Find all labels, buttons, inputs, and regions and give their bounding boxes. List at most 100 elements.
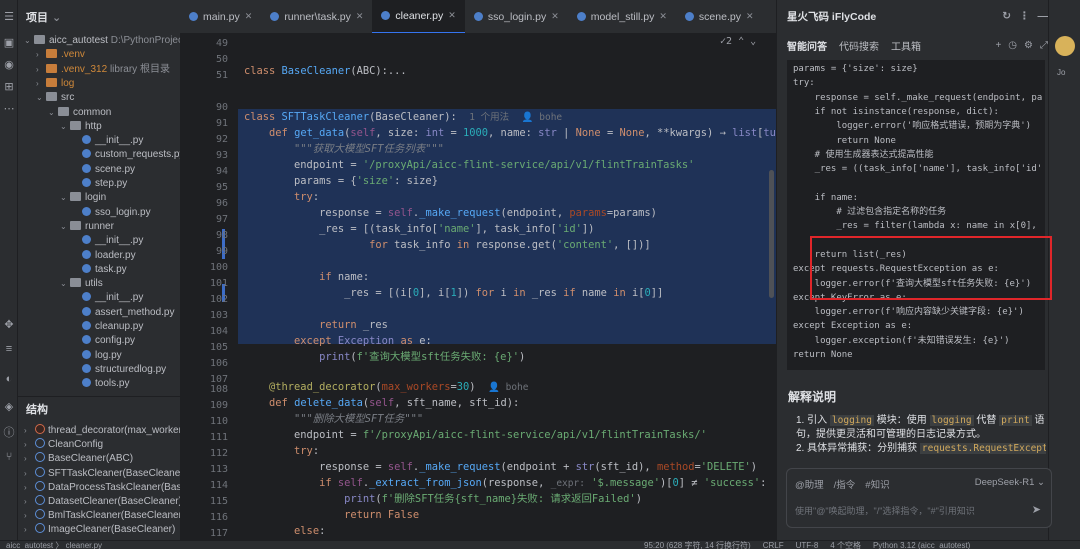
tree-item[interactable]: __init__.py xyxy=(72,234,143,248)
chevron-icon[interactable]: › xyxy=(24,452,35,466)
chevron-icon[interactable]: › xyxy=(24,509,35,523)
chevron-icon[interactable]: ⌄ xyxy=(60,277,70,291)
chevron-icon[interactable]: › xyxy=(36,48,46,62)
settings-icon[interactable]: ⚙ xyxy=(1024,40,1033,51)
project-icon[interactable]: ▣ xyxy=(2,36,16,50)
tree-item[interactable]: __init__.py xyxy=(72,291,143,305)
tree-item[interactable]: › log xyxy=(36,77,74,91)
model-select[interactable]: DeepSeek-R1 ⌄ xyxy=(975,477,1045,491)
tree-item[interactable]: scene.py xyxy=(72,163,135,177)
tree-item[interactable]: loader.py xyxy=(72,249,136,263)
chevron-icon[interactable]: › xyxy=(24,523,35,537)
tree-item[interactable]: ⌄ runner xyxy=(60,220,114,234)
plugins-icon[interactable]: ✥ xyxy=(2,318,16,332)
terminal-icon[interactable]: ≡ xyxy=(2,342,16,356)
chevron-down-icon[interactable]: ⌄ xyxy=(52,11,61,24)
tab-3[interactable]: sso_login.py ✕ xyxy=(465,0,568,33)
code-area[interactable]: class BaseCleaner(ABC):... class SFTTask… xyxy=(244,34,776,540)
tree-item[interactable]: structuredlog.py xyxy=(72,363,166,377)
menu-icon[interactable]: ☰ xyxy=(2,10,16,24)
iflycode-logo[interactable] xyxy=(1055,36,1075,56)
tree-item[interactable]: step.py xyxy=(72,177,127,191)
tree-item[interactable]: ⌄ src xyxy=(36,91,74,105)
close-icon[interactable]: ✕ xyxy=(245,11,253,22)
tree-item[interactable]: custom_requests.py xyxy=(72,148,180,162)
status-item[interactable]: 4 个空格 xyxy=(830,541,861,549)
tab-0[interactable]: main.py ✕ xyxy=(180,0,261,33)
close-icon[interactable]: ✕ xyxy=(746,11,754,22)
layers-icon[interactable]: ◈ xyxy=(2,400,16,414)
tree-item[interactable]: config.py xyxy=(72,334,135,348)
structure-icon[interactable]: ⊞ xyxy=(2,80,16,94)
chevron-icon[interactable]: › xyxy=(36,63,46,77)
author-hint[interactable]: 👤 bohe xyxy=(522,112,562,123)
chevron-icon[interactable]: ⌄ xyxy=(24,34,34,48)
project-title[interactable]: 项目 xyxy=(26,9,48,25)
tree-item[interactable]: assert_method.py xyxy=(72,306,175,320)
structure-item[interactable]: › ImageCleaner(BaseCleaner) xyxy=(24,523,175,537)
tree-item[interactable]: task.py xyxy=(72,263,127,277)
knowledge-button[interactable]: #知识 xyxy=(865,477,889,491)
more-icon[interactable]: ⋯ xyxy=(2,102,16,116)
chevron-icon[interactable]: ⌄ xyxy=(60,120,70,134)
assistant-button[interactable]: @助理 xyxy=(795,477,824,491)
tree-item[interactable]: ⌄ common xyxy=(48,106,111,120)
chevron-icon[interactable]: › xyxy=(24,467,35,481)
tree-item[interactable]: cleanup.py xyxy=(72,320,143,334)
chevron-icon[interactable]: › xyxy=(24,495,35,509)
add-icon[interactable]: + xyxy=(995,40,1001,51)
close-icon[interactable]: ✕ xyxy=(659,11,667,22)
tree-item[interactable]: ⌄ utils xyxy=(60,277,103,291)
close-icon[interactable]: ✕ xyxy=(356,11,364,22)
tree-item[interactable]: ⌄ http xyxy=(60,120,102,134)
structure-item[interactable]: › BmlTaskCleaner(BaseCleaner) xyxy=(24,509,180,523)
tree-item[interactable]: ⌄ aicc_autotest D:\PythonProject xyxy=(24,34,180,48)
chat-input[interactable]: @助理 /指令 #知识 DeepSeek-R1 ⌄ 使用"@"唤起助理，"/"选… xyxy=(786,468,1052,528)
tree-item[interactable]: sso_login.py xyxy=(72,206,151,220)
code-editor[interactable]: 49 50 51 90 91 92 93 94 95 96 97 98 99 100 101 102 103 10… xyxy=(180,34,776,540)
status-item[interactable]: UTF-8 xyxy=(796,541,819,549)
close-icon[interactable]: ✕ xyxy=(551,11,559,22)
problems-icon[interactable]: ⓘ xyxy=(2,426,16,440)
structure-item[interactable]: › BaseCleaner(ABC) xyxy=(24,452,133,466)
tab-toolbox[interactable]: 工具箱 xyxy=(891,38,921,53)
refresh-icon[interactable]: ↻ xyxy=(1002,10,1011,22)
structure-item[interactable]: › CleanConfig xyxy=(24,438,103,452)
python-icon[interactable]: ◐ xyxy=(2,372,16,386)
structure-item[interactable]: › thread_decorator(max_workers xyxy=(24,424,180,438)
more-icon[interactable]: ⋮ xyxy=(1019,10,1030,22)
tree-item[interactable]: tools.py xyxy=(72,377,129,391)
close-icon[interactable]: ✕ xyxy=(448,10,456,21)
command-button[interactable]: /指令 xyxy=(834,477,856,491)
chevron-icon[interactable]: ⌄ xyxy=(60,220,70,234)
chevron-icon[interactable]: ⌄ xyxy=(60,191,70,205)
send-icon[interactable]: ➤ xyxy=(1032,503,1041,516)
tab-2[interactable]: cleaner.py ✕ xyxy=(372,0,465,33)
structure-item[interactable]: › SFTTaskCleaner(BaseCleaner) xyxy=(24,466,180,481)
git-icon[interactable]: ⑂ xyxy=(2,450,16,464)
chevron-icon[interactable]: › xyxy=(24,438,35,452)
chevron-icon[interactable]: › xyxy=(36,77,46,91)
status-item[interactable]: 95:20 (628 字符, 14 行换行符) xyxy=(644,541,751,549)
tab-1[interactable]: runner\task.py ✕ xyxy=(261,0,372,33)
tab-smart-qa[interactable]: 智能问答 xyxy=(787,38,827,53)
expand-icon[interactable]: ⤢ xyxy=(1040,40,1048,51)
chevron-icon[interactable]: ⌄ xyxy=(36,91,46,105)
tree-item[interactable]: __init__.py xyxy=(72,134,143,148)
history-icon[interactable]: ◷ xyxy=(1008,40,1017,51)
usage-hint[interactable]: 1 个用法 xyxy=(469,112,509,123)
breadcrumb[interactable]: aicc_autotest 〉 cleaner.py xyxy=(6,541,102,549)
tab-4[interactable]: model_still.py ✕ xyxy=(568,0,676,33)
structure-item[interactable]: › DatasetCleaner(BaseCleaner) xyxy=(24,495,180,509)
side-label[interactable]: Jo xyxy=(1057,68,1065,77)
chevron-icon[interactable]: › xyxy=(24,481,35,495)
structure-item[interactable]: › DataProcessTaskCleaner(BaseC xyxy=(24,480,180,495)
chevron-icon[interactable]: › xyxy=(24,424,35,438)
tree-item[interactable]: › .venv_312 library 根目录 xyxy=(36,63,170,77)
status-item[interactable]: Python 3.12 (aicc_autotest) xyxy=(873,541,970,549)
commit-icon[interactable]: ◉ xyxy=(2,58,16,72)
input-placeholder[interactable]: 使用"@"唤起助理，"/"选择指令，"#"引用知识 xyxy=(795,504,975,517)
chevron-icon[interactable]: ⌄ xyxy=(48,106,58,120)
minimize-icon[interactable]: — xyxy=(1038,10,1049,22)
tree-item[interactable]: › .venv xyxy=(36,48,85,62)
